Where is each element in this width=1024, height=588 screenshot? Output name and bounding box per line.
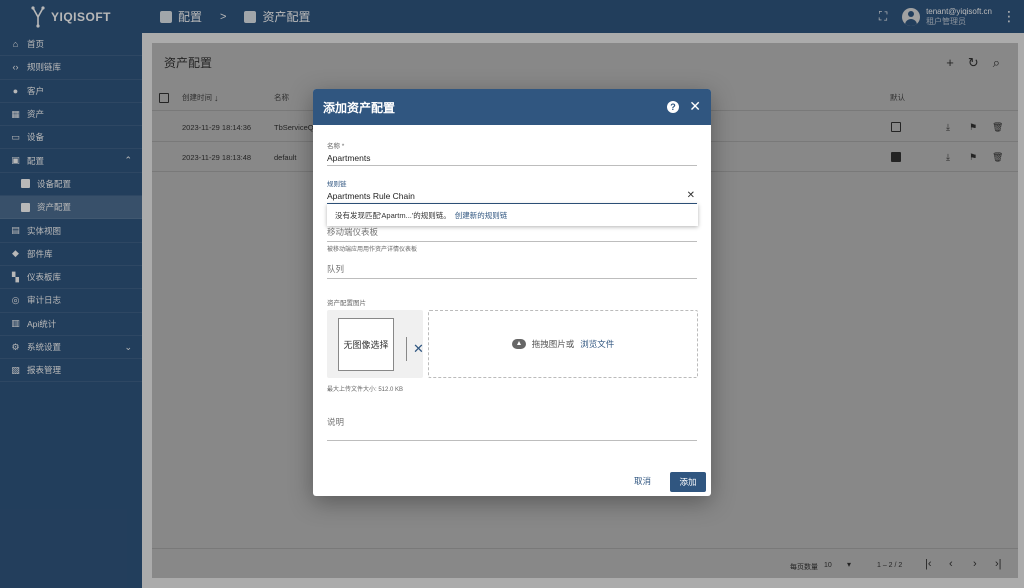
- help-icon[interactable]: ?: [667, 101, 679, 113]
- name-value[interactable]: Apartments: [327, 153, 697, 163]
- description-placeholder: 说明: [327, 417, 345, 427]
- cloud-upload-icon: [511, 339, 526, 349]
- name-field[interactable]: 名称 * Apartments: [327, 140, 697, 166]
- mobile-dashboard-hint: 被移动端应用用作资产详情仪表板: [327, 247, 418, 253]
- image-label: 资产配置图片: [327, 300, 366, 307]
- rule-chain-suggestion: 没有发现匹配'Apartm...'的规则链。 创建新的规则链: [327, 204, 698, 226]
- mobile-dashboard-placeholder: 移动端仪表板: [327, 227, 379, 237]
- mobile-dashboard-field[interactable]: 移动端仪表板: [327, 226, 697, 242]
- browse-file-link[interactable]: 浏览文件: [580, 338, 614, 350]
- max-size-hint: 最大上传文件大小: 512.0 KB: [327, 387, 404, 393]
- dialog-title: 添加资产配置: [323, 100, 396, 115]
- add-asset-profile-dialog: 添加资产配置 ? ✕ 名称 * Apartments 规则链 Apartment…: [313, 89, 711, 496]
- rule-chain-field[interactable]: 规则链 Apartments Rule Chain: [327, 178, 697, 204]
- image-preview-box: 无图像选择 ✕: [327, 310, 424, 378]
- add-button[interactable]: 添加: [670, 472, 706, 492]
- queue-field[interactable]: 队列: [327, 263, 697, 279]
- no-image-text: 无图像选择: [338, 318, 394, 371]
- rule-chain-label: 规则链: [327, 181, 347, 188]
- clear-icon[interactable]: ✕: [687, 190, 695, 201]
- create-rule-chain-link[interactable]: 创建新的规则链: [455, 210, 508, 221]
- name-label: 名称 *: [327, 143, 345, 150]
- close-icon[interactable]: ✕: [689, 98, 701, 115]
- rule-chain-value[interactable]: Apartments Rule Chain: [327, 191, 697, 201]
- image-drop-zone[interactable]: 拖拽图片或 浏览文件: [428, 310, 698, 378]
- drop-text: 拖拽图片或: [531, 339, 575, 349]
- clear-image-icon[interactable]: ✕: [406, 337, 430, 361]
- dialog-header: 添加资产配置 ? ✕: [313, 89, 711, 125]
- queue-placeholder: 队列: [327, 264, 345, 274]
- suggestion-text: 没有发现匹配'Apartm...'的规则链。: [335, 210, 451, 220]
- description-field[interactable]: 说明: [327, 416, 697, 441]
- cancel-button[interactable]: 取消: [634, 475, 651, 487]
